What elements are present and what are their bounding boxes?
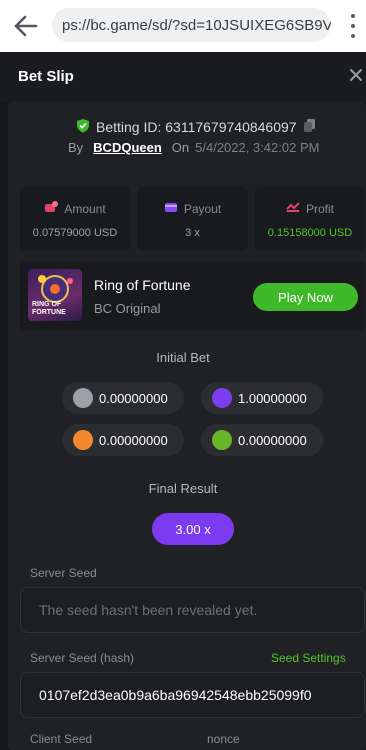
amount-label: Amount (64, 201, 106, 216)
more-menu-icon[interactable] (346, 12, 360, 40)
amount-stat: Amount 0.07579000 USD (20, 187, 130, 251)
username-link[interactable]: BCDQueen (93, 140, 162, 155)
purple-dot-icon (212, 388, 232, 408)
bet-chip-green: 0.00000000 (201, 424, 323, 456)
game-card: RING OF FORTUNE Ring of Fortune BC Origi… (20, 261, 365, 331)
verified-shield-icon (76, 118, 90, 136)
bet-value: 0.00000000 (99, 390, 168, 406)
bet-meta: By BCDQueen On 5/4/2022, 3:42:02 PM (68, 140, 319, 155)
profit-icon (286, 201, 300, 216)
profit-label: Profit (305, 201, 334, 216)
final-result-badge: 3.00 x (152, 513, 234, 545)
url-text: ps://bc.game/sd/?sd=10JSUIXEG6SB9V (62, 16, 331, 34)
modal-header: Bet Slip (0, 52, 366, 102)
play-now-button[interactable]: Play Now (253, 283, 358, 311)
game-thumbnail[interactable]: RING OF FORTUNE (28, 269, 82, 321)
initial-bet-title: Initial Bet (156, 350, 210, 365)
orange-dot-icon (73, 430, 93, 450)
green-dot-icon (212, 430, 232, 450)
close-icon[interactable] (349, 68, 365, 84)
copy-icon[interactable] (303, 118, 316, 136)
back-arrow-icon[interactable] (10, 10, 42, 42)
bet-value: 1.00000000 (238, 390, 307, 406)
thumb-text-line1: RING OF (32, 301, 62, 308)
game-name: Ring of Fortune (94, 277, 191, 293)
payout-value: 3 x (185, 227, 200, 239)
on-label: On (171, 140, 190, 155)
betting-id: Betting ID: 63117679740846097 (96, 119, 297, 135)
profit-stat: Profit 0.15158000 USD (255, 187, 365, 251)
nonce-label: nonce (207, 732, 240, 746)
bet-chip-grey: 0.00000000 (62, 382, 184, 414)
amount-icon (44, 201, 59, 216)
modal-title: Bet Slip (18, 68, 74, 85)
client-seed-label: Client Seed (30, 732, 93, 746)
server-seed-label: Server Seed (30, 566, 97, 580)
bet-value: 0.00000000 (238, 432, 307, 448)
game-provider: BC Original (94, 301, 161, 316)
profit-value: 0.15158000 USD (267, 227, 353, 239)
server-seed-hash-label: Server Seed (hash) (30, 651, 135, 665)
payout-icon (164, 201, 178, 216)
server-seed-field[interactable]: The seed hasn't been revealed yet. (20, 587, 365, 633)
bet-timestamp: 5/4/2022, 3:42:02 PM (195, 140, 320, 155)
browser-toolbar: ps://bc.game/sd/?sd=10JSUIXEG6SB9V (0, 0, 366, 52)
payout-stat: Payout 3 x (137, 187, 248, 251)
bet-value: 0.00000000 (99, 432, 168, 448)
bet-chip-orange: 0.00000000 (62, 424, 184, 456)
thumb-text-line2: FORTUNE (32, 309, 66, 316)
bet-chip-purple: 1.00000000 (201, 382, 323, 414)
by-label: By (68, 140, 84, 155)
grey-dot-icon (73, 388, 93, 408)
seed-settings-link[interactable]: Seed Settings (271, 651, 346, 665)
payout-label: Payout (183, 201, 222, 216)
amount-value: 0.07579000 USD (32, 227, 118, 239)
betting-id-row: Betting ID: 63117679740846097 (76, 118, 316, 136)
server-seed-hash-field[interactable]: 0107ef2d3ea0b9a6ba96942548ebb25099f0 (20, 672, 365, 718)
url-field[interactable]: ps://bc.game/sd/?sd=10JSUIXEG6SB9V (52, 8, 331, 42)
final-result-title: Final Result (148, 481, 218, 496)
